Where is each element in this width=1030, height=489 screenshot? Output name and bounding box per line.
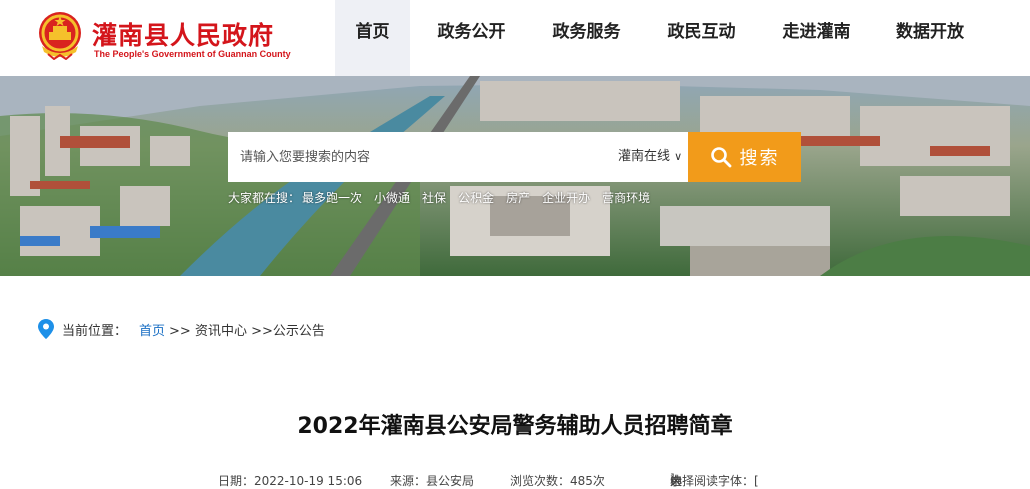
- nav-item-interaction[interactable]: 政民互动: [640, 0, 763, 76]
- nav-item-home[interactable]: 首页: [335, 0, 410, 76]
- search-scope-label: 灌南在线: [618, 149, 671, 164]
- site-logo[interactable]: 灌南县人民政府 The People's Government of Guann…: [36, 10, 291, 66]
- nav-item-open-data[interactable]: 数据开放: [870, 0, 990, 76]
- hot-search-link[interactable]: 企业开办: [542, 189, 590, 206]
- site-title: 灌南县人民政府: [92, 21, 275, 50]
- nav-item-about-guannan[interactable]: 走进灌南: [763, 0, 870, 76]
- nav-item-gov-services[interactable]: 政务服务: [533, 0, 640, 76]
- hot-search-link[interactable]: 营商环境: [602, 189, 650, 206]
- search-button[interactable]: 搜索: [688, 132, 801, 182]
- hot-search-link[interactable]: 房产: [506, 189, 530, 206]
- article-views: 浏览次数：485次: [510, 474, 605, 488]
- font-size-label: 选择阅读字体：[: [670, 474, 759, 488]
- nav-item-gov-affairs[interactable]: 政务公开: [410, 0, 533, 76]
- main-nav: 首页 政务公开 政务服务 政民互动 走进灌南 数据开放: [335, 0, 990, 76]
- article-meta: 日期：2022-10-19 15:06 来源：县公安局 浏览次数：485次 选择…: [0, 472, 1030, 489]
- search-button-label: 搜索: [739, 148, 780, 169]
- breadcrumb-path: >> 资讯中心 >>公示公告: [169, 323, 325, 339]
- national-emblem-icon: [39, 12, 81, 60]
- location-pin-icon: [38, 319, 54, 339]
- chevron-down-icon: ∨: [674, 150, 683, 163]
- site-header: 灌南县人民政府 The People's Government of Guann…: [0, 0, 1030, 76]
- article-title: 2022年灌南县公安局警务辅助人员招聘简章: [297, 414, 733, 439]
- site-subtitle: The People's Government of Guannan Count…: [94, 49, 291, 59]
- search-scope-select[interactable]: 灌南在线 ∨: [618, 132, 682, 182]
- font-size-close-bracket: ]: [670, 472, 675, 486]
- hot-search: 大家都在搜： 最多跑一次 小微通 社保 公积金 房产 企业开办 营商环境: [228, 188, 650, 206]
- hot-search-label: 大家都在搜：: [228, 190, 301, 205]
- hot-search-link[interactable]: 社保: [422, 189, 446, 206]
- article-date: 日期：2022-10-19 15:06: [218, 474, 363, 488]
- hot-search-link[interactable]: 公积金: [458, 189, 494, 206]
- search-icon: [710, 147, 731, 168]
- search-input[interactable]: [228, 132, 608, 182]
- breadcrumb-home-link[interactable]: 首页: [139, 320, 165, 339]
- article-source: 来源：县公安局: [390, 474, 475, 488]
- breadcrumb: 当前位置： 首页 >> 资讯中心 >>公示公告: [38, 318, 325, 340]
- breadcrumb-label: 当前位置：: [62, 323, 128, 339]
- search-box: 灌南在线 ∨: [228, 132, 688, 182]
- hot-search-link[interactable]: 最多跑一次: [302, 189, 362, 206]
- hot-search-link[interactable]: 小微通: [374, 189, 410, 206]
